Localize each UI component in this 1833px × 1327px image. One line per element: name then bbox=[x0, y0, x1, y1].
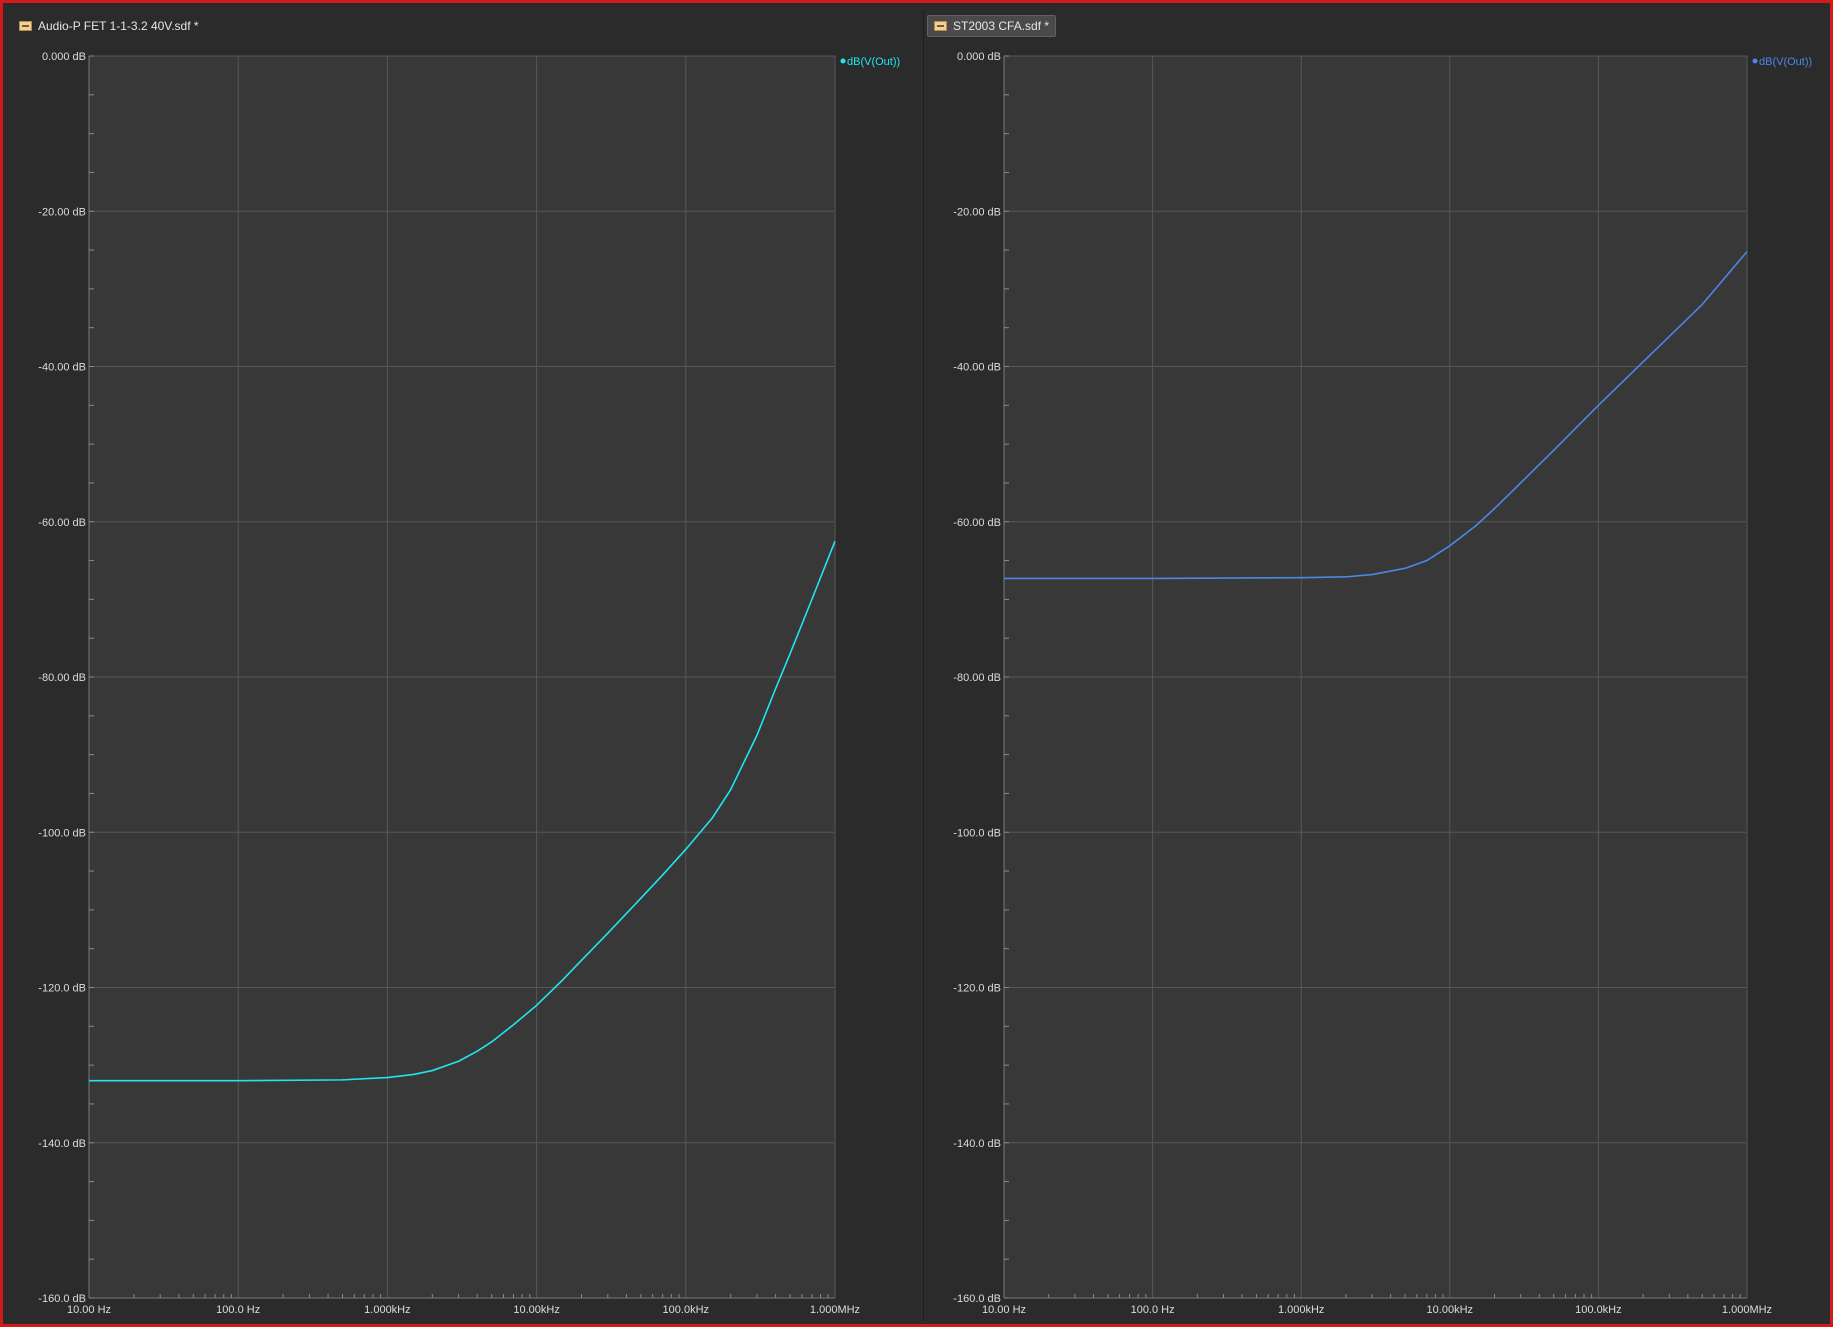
y-tick-label: -100.0 dB bbox=[953, 827, 1001, 839]
legend-label: dB(V(Out)) bbox=[847, 56, 900, 68]
document-tab-right[interactable]: ST2003 CFA.sdf * bbox=[927, 15, 1057, 37]
y-tick-label: -20.00 dB bbox=[38, 206, 86, 218]
legend-marker bbox=[1752, 58, 1758, 64]
y-tick-label: -140.0 dB bbox=[953, 1138, 1001, 1150]
y-tick-label: -40.00 dB bbox=[953, 362, 1001, 374]
x-tick-label: 1.000MHz bbox=[1722, 1304, 1772, 1316]
y-tick-label: -60.00 dB bbox=[953, 517, 1001, 529]
document-tab-left[interactable]: Audio-P FET 1-1-3.2 40V.sdf * bbox=[12, 15, 206, 37]
x-tick-label: 100.0 Hz bbox=[1131, 1304, 1175, 1316]
frequency-response-chart-right[interactable]: 0.000 dB -20.00 dB -40.00 dB -60.00 dB -80.0… bbox=[924, 37, 1830, 1327]
waveform-document-icon bbox=[19, 21, 32, 31]
y-tick-label: -80.00 dB bbox=[953, 672, 1001, 684]
x-tick-label: 10.00 Hz bbox=[982, 1304, 1026, 1316]
y-tick-label: -100.0 dB bbox=[38, 827, 86, 839]
legend-label: dB(V(Out)) bbox=[1759, 56, 1812, 68]
y-tick-label: 0.000 dB bbox=[957, 51, 1001, 63]
legend-marker bbox=[840, 58, 846, 64]
y-tick-label: -140.0 dB bbox=[38, 1138, 86, 1150]
plot-pane-right: ST2003 CFA.sdf * 0.000 dB -20.00 dB -40.00… bbox=[924, 11, 1827, 1321]
y-tick-label: -60.00 dB bbox=[38, 517, 86, 529]
y-tick-label: -20.00 dB bbox=[953, 206, 1001, 218]
plot-pane-left: Audio-P FET 1-1-3.2 40V.sdf * 0.000 dB -2… bbox=[6, 11, 923, 1321]
document-tab-label: Audio-P FET 1-1-3.2 40V.sdf * bbox=[38, 19, 199, 33]
x-tick-label: 10.00 Hz bbox=[67, 1304, 111, 1316]
frequency-response-chart-left[interactable]: 0.000 dB -20.00 dB -40.00 dB -60.00 dB -80.0… bbox=[6, 37, 923, 1327]
y-tick-label: -80.00 dB bbox=[38, 672, 86, 684]
x-tick-label: 1.000kHz bbox=[1278, 1304, 1324, 1316]
y-tick-label: -40.00 dB bbox=[38, 362, 86, 374]
waveform-document-icon bbox=[934, 21, 947, 31]
x-tick-label: 1.000MHz bbox=[810, 1304, 860, 1316]
y-tick-label: 0.000 dB bbox=[42, 51, 86, 63]
x-tick-label: 1.000kHz bbox=[364, 1304, 410, 1316]
x-tick-label: 100.0 Hz bbox=[216, 1304, 260, 1316]
x-tick-label: 100.0kHz bbox=[1575, 1304, 1621, 1316]
x-tick-label: 10.00kHz bbox=[513, 1304, 559, 1316]
x-tick-label: 10.00kHz bbox=[1427, 1304, 1473, 1316]
x-tick-label: 100.0kHz bbox=[663, 1304, 709, 1316]
application-frame: Audio-P FET 1-1-3.2 40V.sdf * 0.000 dB -2… bbox=[0, 0, 1833, 1327]
y-tick-label: -120.0 dB bbox=[38, 983, 86, 995]
document-tab-label: ST2003 CFA.sdf * bbox=[953, 19, 1050, 33]
y-tick-label: -120.0 dB bbox=[953, 983, 1001, 995]
